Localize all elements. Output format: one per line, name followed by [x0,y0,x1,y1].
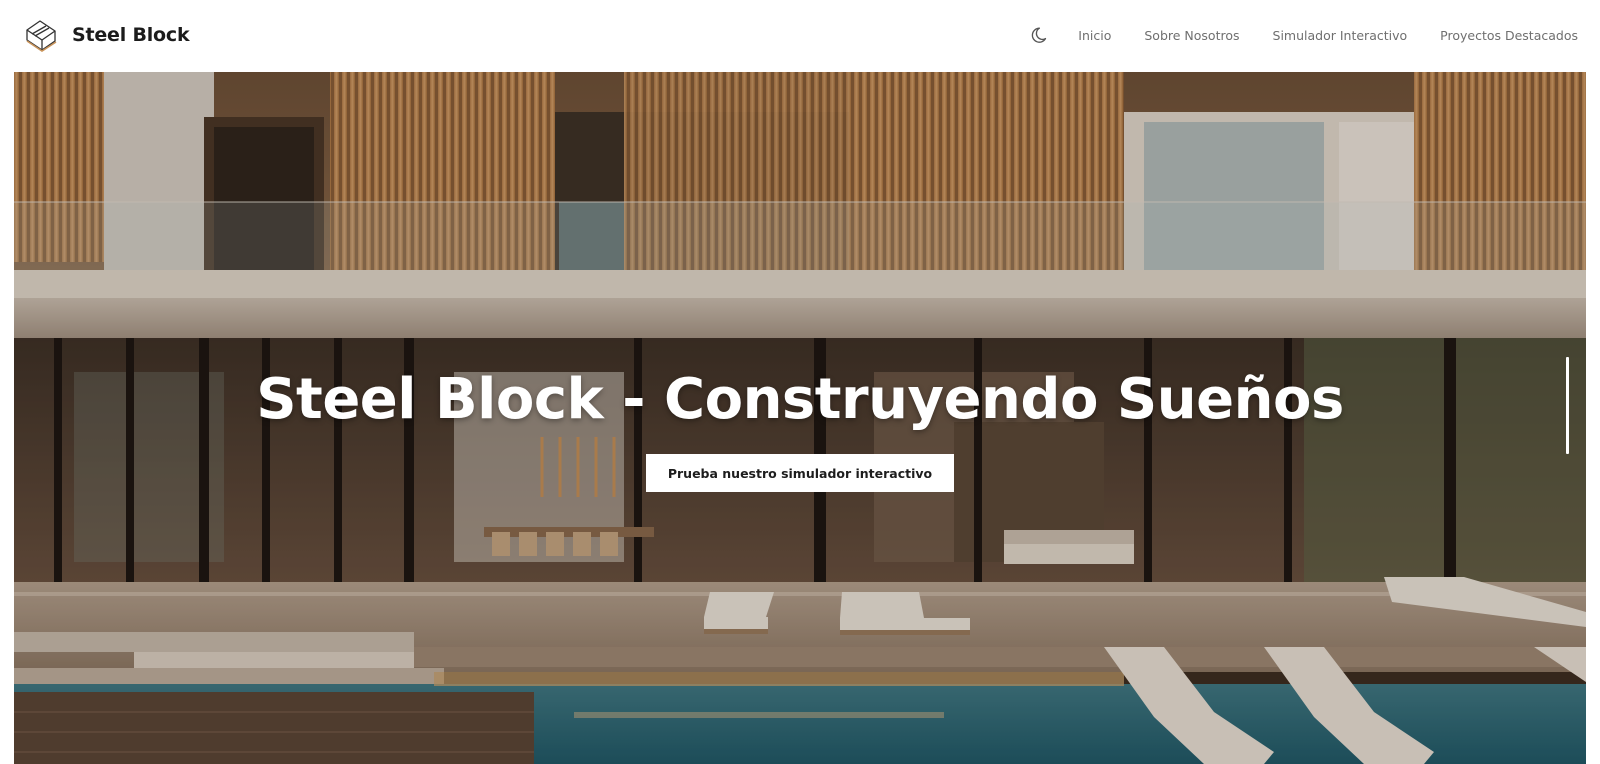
house-wireframe-icon [26,20,57,52]
moon-icon[interactable] [1030,24,1052,46]
navbar: Steel Block Inicio Sobre Nosotros Simula… [0,0,1600,72]
simulator-cta-button[interactable]: Prueba nuestro simulador interactivo [646,454,954,492]
main-nav: Inicio Sobre Nosotros Simulador Interact… [1030,20,1578,50]
brand-name: Steel Block [72,24,190,46]
hero-title: Steel Block - Construyendo Sueños [256,367,1344,432]
scroll-indicator[interactable] [1566,357,1569,454]
brand[interactable]: Steel Block [22,16,190,54]
nav-link-proyectos-destacados[interactable]: Proyectos Destacados [1440,28,1578,43]
nav-link-simulador-interactivo[interactable]: Simulador Interactivo [1273,28,1408,43]
nav-link-inicio[interactable]: Inicio [1078,28,1111,43]
nav-link-sobre-nosotros[interactable]: Sobre Nosotros [1144,28,1239,43]
